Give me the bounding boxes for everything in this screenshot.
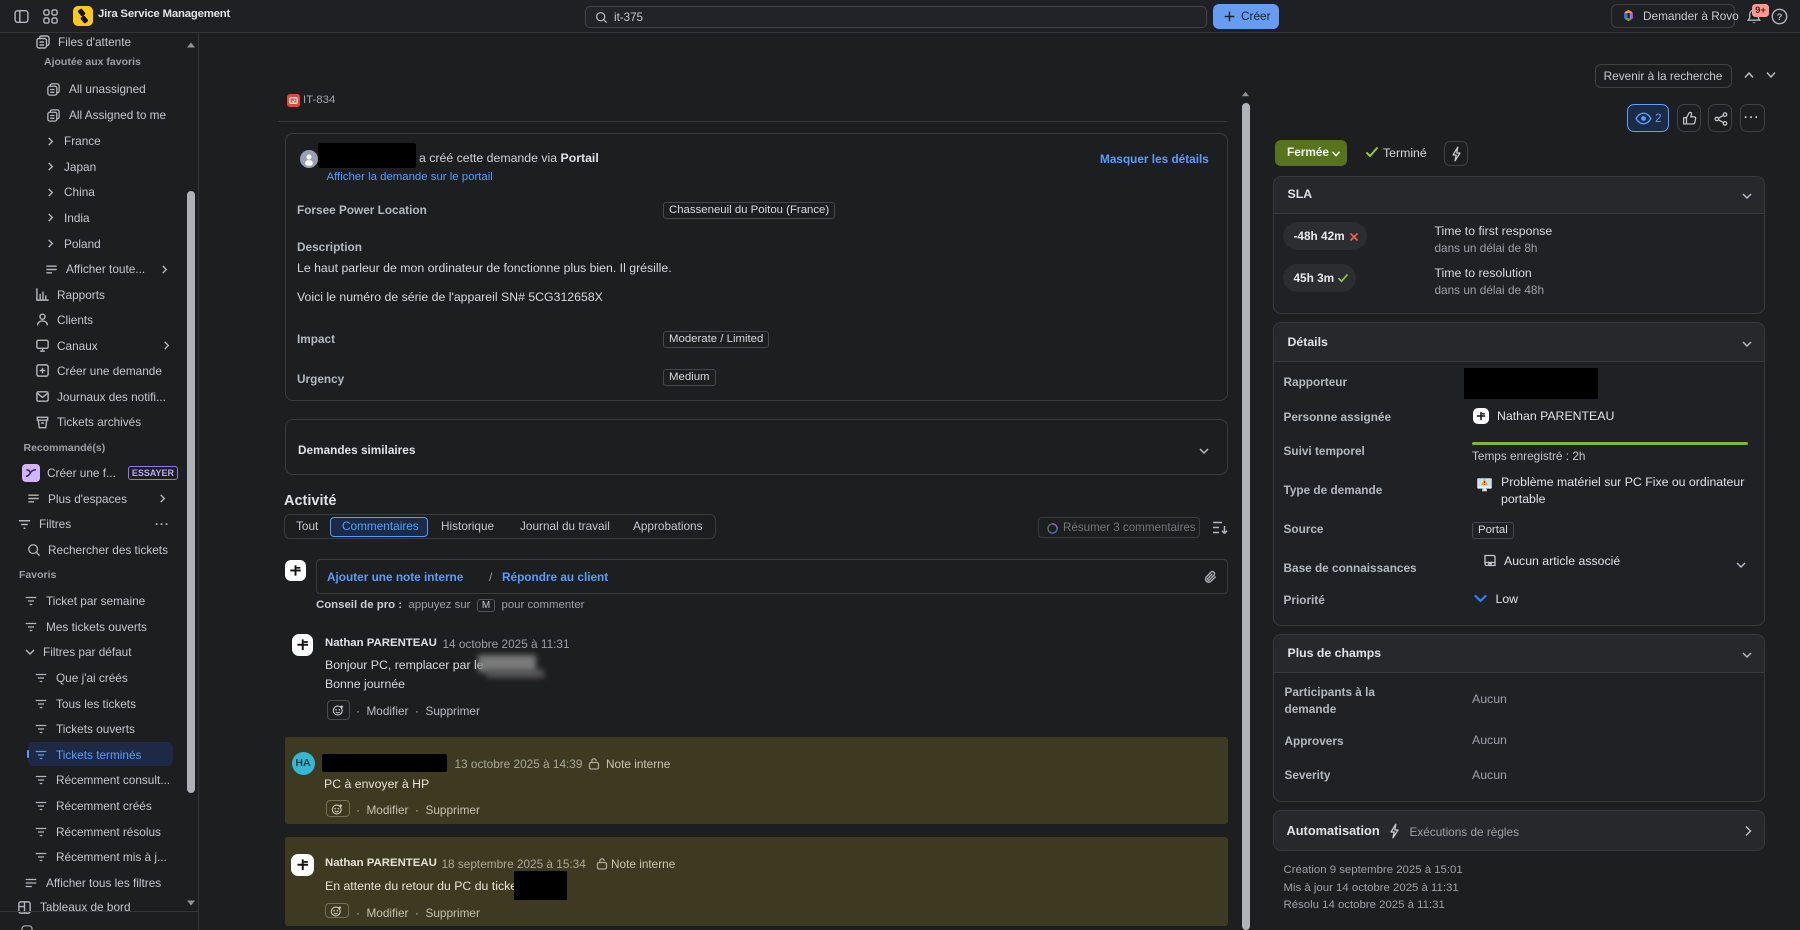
svg-text:?: ?: [1777, 12, 1783, 23]
